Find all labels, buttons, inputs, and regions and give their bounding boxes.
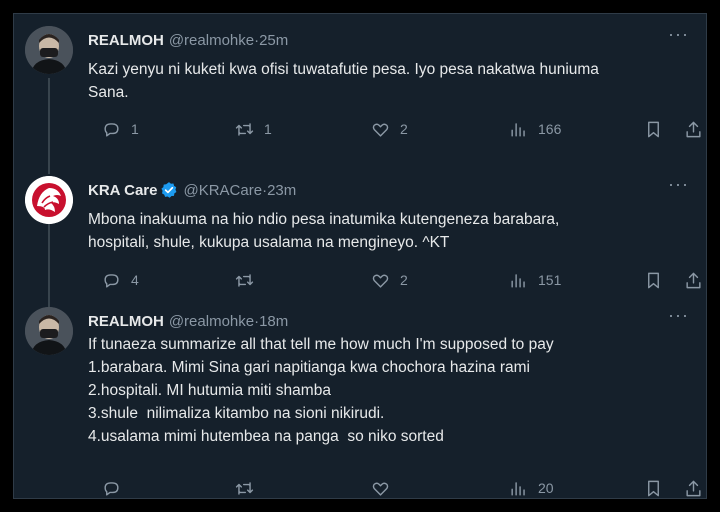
views-button[interactable]: 20: [509, 476, 554, 498]
tweet-actions: 4 2 151: [88, 268, 701, 292]
bookmark-icon: [648, 272, 659, 288]
reply-count: 1: [131, 121, 139, 137]
like-button[interactable]: 2: [371, 268, 408, 292]
views-button[interactable]: 151: [509, 268, 561, 292]
reply-icon: [104, 273, 119, 288]
retweet-button[interactable]: [235, 476, 264, 498]
display-name[interactable]: REALMOH: [88, 313, 164, 330]
reply-button[interactable]: [102, 476, 131, 498]
view-count: 20: [538, 480, 554, 496]
heart-icon: [372, 123, 389, 137]
display-name[interactable]: KRA Care: [88, 182, 157, 199]
retweet-button[interactable]: [235, 268, 264, 292]
views-icon: [511, 122, 525, 137]
tweet-text: Kazi yenyu ni kuketi kwa ofisi tuwatafut…: [88, 58, 676, 104]
views-button[interactable]: 166: [509, 117, 561, 141]
reply-button[interactable]: 4: [102, 268, 139, 292]
retweet-count: 1: [264, 121, 272, 137]
tweet-text: Mbona inakuuma na hio ndio pesa inatumik…: [88, 208, 676, 254]
timestamp[interactable]: 23m: [267, 182, 296, 199]
retweet-icon: [235, 273, 254, 287]
verified-badge-icon: [161, 182, 177, 198]
bookmark-icon: [648, 480, 659, 496]
tweet[interactable]: REALMOH @realmohke · 25m ··· Kazi yenyu …: [14, 14, 706, 164]
tweet-actions: 1 1 2 166: [88, 117, 701, 141]
like-count: 2: [400, 121, 408, 137]
timestamp[interactable]: 25m: [259, 32, 288, 49]
avatar-kra-care[interactable]: [25, 176, 73, 224]
text-line: hospitali, shule, kukupa usalama na meng…: [88, 234, 450, 251]
views-icon: [511, 273, 525, 288]
heart-icon: [372, 274, 389, 288]
bookmark-button[interactable]: [644, 117, 663, 141]
tweet-header: KRA Care @KRACare · 23m: [88, 180, 696, 200]
timestamp[interactable]: 18m: [259, 313, 288, 330]
text-line: 2.hospitali. MI hutumia miti shamba: [88, 382, 331, 399]
avatar-realmoh[interactable]: [25, 26, 73, 74]
text-line: Mbona inakuuma na hio ndio pesa inatumik…: [88, 211, 560, 228]
text-line: Kazi yenyu ni kuketi kwa ofisi tuwatafut…: [88, 61, 599, 78]
reply-icon: [104, 122, 119, 137]
like-button[interactable]: [371, 476, 400, 498]
like-button[interactable]: 2: [371, 117, 408, 141]
tweet-text: If tunaeza summarize all that tell me ho…: [88, 333, 676, 448]
handle[interactable]: @realmohke: [169, 32, 254, 49]
reply-icon: [104, 481, 119, 496]
share-icon: [686, 272, 701, 288]
tweet-header: REALMOH @realmohke · 18m: [88, 311, 696, 331]
tweet[interactable]: REALMOH @realmohke · 18m ··· If tunaeza …: [14, 295, 706, 498]
text-line: 3.shule nilimaliza kitambo na sioni niki…: [88, 405, 385, 422]
text-line: 4.usalama mimi hutembea na panga so niko…: [88, 428, 444, 445]
view-count: 166: [538, 121, 562, 137]
text-line: Sana.: [88, 84, 129, 101]
views-icon: [511, 481, 525, 496]
bookmark-button[interactable]: [644, 476, 663, 498]
more-options-icon[interactable]: ···: [668, 306, 688, 329]
handle[interactable]: @KRACare: [183, 182, 262, 199]
more-options-icon[interactable]: ···: [668, 175, 688, 198]
text-line: 1.barabara. Mimi Sina gari napitianga kw…: [88, 359, 530, 376]
like-count: 2: [400, 272, 408, 288]
conversation-thread: REALMOH @realmohke · 25m ··· Kazi yenyu …: [13, 13, 707, 499]
share-button[interactable]: [684, 268, 703, 292]
tweet[interactable]: KRA Care @KRACare · 23m ··· Mbona inakuu…: [14, 164, 706, 309]
retweet-icon: [235, 122, 254, 136]
share-icon: [686, 121, 701, 137]
text-line: If tunaeza summarize all that tell me ho…: [88, 336, 554, 353]
display-name[interactable]: REALMOH: [88, 32, 164, 49]
bookmark-icon: [648, 121, 659, 137]
tweet-header: REALMOH @realmohke · 25m: [88, 30, 696, 50]
handle[interactable]: @realmohke: [169, 313, 254, 330]
reply-button[interactable]: 1: [102, 117, 139, 141]
reply-count: 4: [131, 272, 139, 288]
view-count: 151: [538, 272, 562, 288]
heart-icon: [372, 482, 389, 496]
share-icon: [686, 480, 701, 496]
share-button[interactable]: [684, 476, 703, 498]
retweet-icon: [235, 481, 254, 495]
tweet-actions: 20: [88, 476, 701, 498]
share-button[interactable]: [684, 117, 703, 141]
more-options-icon[interactable]: ···: [668, 25, 688, 48]
retweet-button[interactable]: 1: [235, 117, 272, 141]
avatar-realmoh[interactable]: [25, 307, 73, 355]
bookmark-button[interactable]: [644, 268, 663, 292]
